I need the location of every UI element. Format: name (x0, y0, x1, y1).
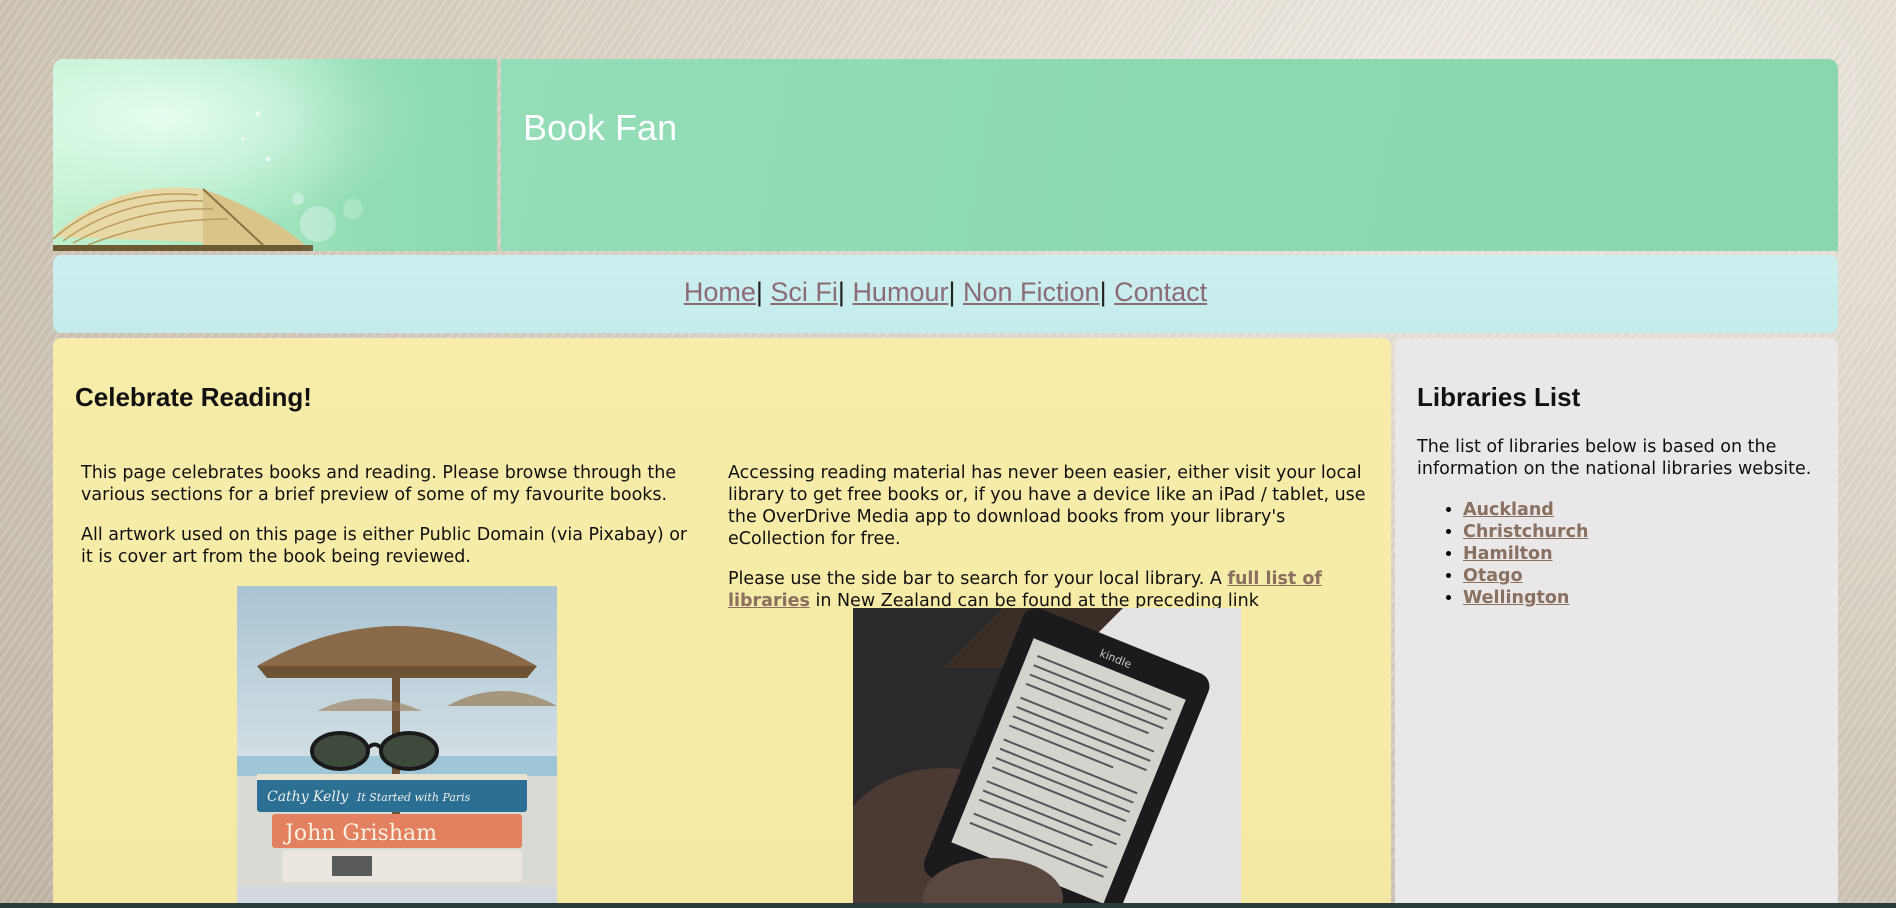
library-link-otago[interactable]: Otago (1463, 566, 1523, 586)
nav-link-humour[interactable]: Humour (852, 277, 948, 307)
library-link-auckland[interactable]: Auckland (1463, 500, 1554, 520)
nav-link-non-fiction[interactable]: Non Fiction (963, 277, 1100, 307)
library-link-christchurch[interactable]: Christchurch (1463, 522, 1588, 542)
nav-separator: | (837, 277, 845, 307)
bottom-edge-strip (0, 903, 1896, 908)
nav-separator: | (948, 277, 956, 307)
book-spine-author-grisham: John Grisham (283, 821, 437, 846)
library-link-wellington[interactable]: Wellington (1463, 588, 1569, 608)
nav-separator: | (1099, 277, 1107, 307)
intro-column-left: This page celebrates books and reading. … (81, 462, 701, 586)
access-paragraph: Accessing reading material has never bee… (728, 463, 1366, 549)
list-item: Hamilton (1463, 543, 1588, 565)
list-item: Auckland (1463, 499, 1588, 521)
main-content: Celebrate Reading! This page celebrates … (53, 338, 1391, 908)
book-spine-title-paris: It Started with Paris (356, 791, 471, 804)
library-search-paragraph: Please use the side bar to search for yo… (728, 568, 1368, 612)
artwork-note-paragraph: All artwork used on this page is either … (81, 525, 688, 567)
page-heading: Celebrate Reading! (75, 382, 312, 412)
ereader-photo: kindle (853, 608, 1241, 908)
intro-column-right: Accessing reading material has never bee… (728, 462, 1368, 630)
library-search-text: Please use the side bar to search for yo… (728, 569, 1228, 589)
nav-link-home[interactable]: Home (684, 277, 756, 307)
nav-link-sci-fi[interactable]: Sci Fi (770, 277, 838, 307)
open-book-illustration (53, 59, 497, 251)
header-title-area: Book Fan (501, 59, 1838, 251)
list-item: Wellington (1463, 587, 1588, 609)
library-list: Auckland Christchurch Hamilton Otago Wel… (1440, 499, 1588, 609)
sidebar-heading: Libraries List (1417, 382, 1581, 412)
header-banner-image (53, 59, 497, 251)
list-item: Otago (1463, 565, 1588, 587)
sidebar-intro: The list of libraries below is based on … (1417, 437, 1812, 479)
nav-link-contact[interactable]: Contact (1114, 277, 1207, 307)
nav-separator: | (755, 277, 763, 307)
list-item: Christchurch (1463, 521, 1588, 543)
library-link-hamilton[interactable]: Hamilton (1463, 544, 1553, 564)
beach-books-photo: Cathy Kelly It Started with Paris John G… (237, 586, 557, 908)
sidebar: Libraries List The list of libraries bel… (1395, 338, 1838, 908)
site-title: Book Fan (523, 107, 678, 148)
book-spine-author-kelly: Cathy Kelly (267, 789, 349, 805)
intro-paragraph: This page celebrates books and reading. … (81, 463, 677, 505)
main-nav: Home| Sci Fi| Humour| Non Fiction| Conta… (53, 255, 1838, 333)
